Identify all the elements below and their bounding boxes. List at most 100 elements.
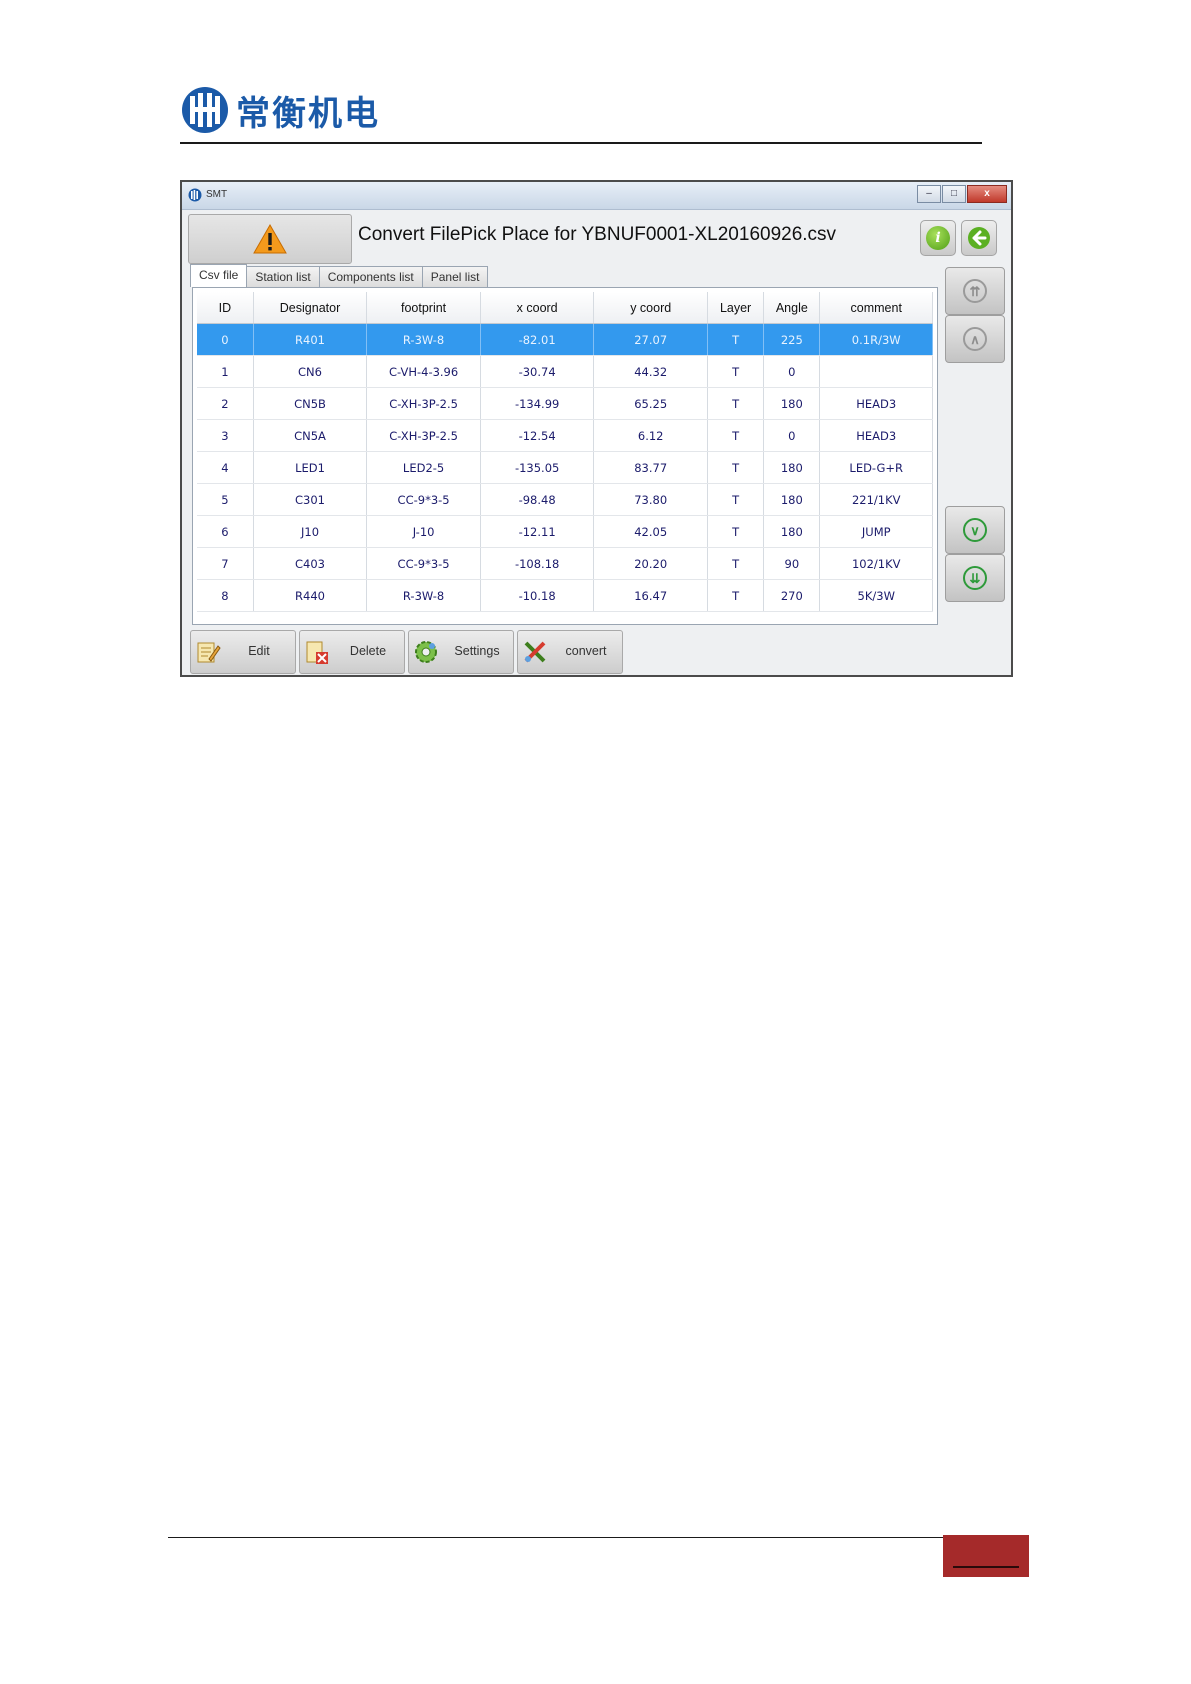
delete-button[interactable]: Delete	[299, 630, 405, 674]
cell-x-coord: -134.99	[480, 387, 595, 420]
info-icon: i	[926, 226, 950, 250]
convert-icon	[524, 641, 546, 663]
column-header-angle[interactable]: Angle	[763, 292, 821, 324]
edit-button[interactable]: Edit	[190, 630, 296, 674]
table-row[interactable]: 7 C403 CC-9*3-5 -108.18 20.20 T 90 102/1KV	[197, 547, 933, 580]
company-name: 常衡机电	[236, 93, 380, 134]
tab-csv-file[interactable]: Csv file	[190, 264, 248, 287]
cell-angle: 180	[763, 515, 821, 548]
cell-x-coord: -108.18	[480, 547, 595, 580]
cell-layer: T	[707, 451, 765, 484]
cell-layer: T	[707, 515, 765, 548]
cell-y-coord: 73.80	[593, 483, 708, 516]
cell-footprint: C-VH-4-3.96	[366, 355, 481, 388]
cell-angle: 180	[763, 387, 821, 420]
window-client-area: Convert FilePick Place for YBNUF0001-XL2…	[182, 210, 1011, 675]
cell-footprint: R-3W-8	[366, 323, 481, 356]
cell-x-coord: -135.05	[480, 451, 595, 484]
cell-footprint: R-3W-8	[366, 579, 481, 612]
cell-angle: 180	[763, 483, 821, 516]
table-row[interactable]: 3 CN5A C-XH-3P-2.5 -12.54 6.12 T 0 HEAD3	[197, 419, 933, 452]
info-button[interactable]: i	[920, 220, 956, 256]
cell-y-coord: 6.12	[593, 419, 708, 452]
cell-layer: T	[707, 579, 765, 612]
cell-comment: 5K/3W	[819, 579, 933, 612]
close-button[interactable]: x	[967, 185, 1007, 203]
cell-comment: JUMP	[819, 515, 933, 548]
table-row[interactable]: 6 J10 J-10 -12.11 42.05 T 180 JUMP	[197, 515, 933, 548]
column-header-y-coord[interactable]: y coord	[593, 292, 708, 324]
page-number-tab	[943, 1535, 1029, 1577]
warning-icon	[253, 224, 287, 254]
tab-panel-list[interactable]: Panel list	[421, 266, 489, 287]
table-header-row: ID Designator footprint x coord y coord …	[197, 292, 933, 324]
cell-footprint: C-XH-3P-2.5	[366, 387, 481, 420]
dialog-title: Convert FilePick Place for YBNUF0001-XL2…	[358, 224, 837, 245]
cell-footprint: J-10	[366, 515, 481, 548]
cell-designator: CN5B	[253, 387, 368, 420]
cell-y-coord: 83.77	[593, 451, 708, 484]
cell-angle: 270	[763, 579, 821, 612]
cell-id: 6	[197, 515, 254, 548]
cell-designator: R440	[253, 579, 368, 612]
page-down-button[interactable]: ⇊	[945, 554, 1005, 602]
convert-button[interactable]: convert	[517, 630, 623, 674]
smt-window: SMT – □ x Convert FilePick Place for YBN…	[180, 180, 1013, 677]
convert-button-label: convert	[565, 644, 607, 658]
back-button[interactable]	[961, 220, 997, 256]
window-title: SMT	[206, 189, 228, 200]
table-row[interactable]: 8 R440 R-3W-8 -10.18 16.47 T 270 5K/3W	[197, 579, 933, 612]
cell-layer: T	[707, 387, 765, 420]
column-header-designator[interactable]: Designator	[253, 292, 368, 324]
edit-button-label: Edit	[248, 644, 270, 658]
cell-footprint: CC-9*3-5	[366, 547, 481, 580]
cell-x-coord: -98.48	[480, 483, 595, 516]
cell-designator: J10	[253, 515, 368, 548]
table-body: 0 R401 R-3W-8 -82.01 27.07 T 225 0.1R/3W 1 CN6 C-V…	[197, 323, 933, 612]
cell-layer: T	[707, 323, 765, 356]
tab-components-list[interactable]: Components list	[318, 266, 423, 287]
table-row[interactable]: 4 LED1 LED2-5 -135.05 83.77 T 180 LED-G+R	[197, 451, 933, 484]
table-row[interactable]: 5 C301 CC-9*3-5 -98.48 73.80 T 180 221/1KV	[197, 483, 933, 516]
column-header-layer[interactable]: Layer	[707, 292, 765, 324]
column-header-comment[interactable]: comment	[819, 292, 933, 324]
table-row[interactable]: 2 CN5B C-XH-3P-2.5 -134.99 65.25 T 180 HEAD3	[197, 387, 933, 420]
page-down-icon: ⇊	[963, 566, 987, 590]
page-up-button[interactable]: ⇈	[945, 267, 1005, 315]
back-arrow-icon	[968, 227, 990, 249]
page-up-icon: ⇈	[963, 279, 987, 303]
settings-button[interactable]: Settings	[408, 630, 514, 674]
cell-angle: 90	[763, 547, 821, 580]
warning-panel	[188, 214, 352, 264]
column-header-x-coord[interactable]: x coord	[480, 292, 595, 324]
column-header-footprint[interactable]: footprint	[366, 292, 481, 324]
app-icon	[188, 188, 202, 202]
scroll-up-button[interactable]: ∧	[945, 315, 1005, 363]
delete-icon	[306, 641, 328, 664]
table-row[interactable]: 0 R401 R-3W-8 -82.01 27.07 T 225 0.1R/3W	[197, 323, 933, 356]
cell-id: 3	[197, 419, 254, 452]
tab-station-list[interactable]: Station list	[246, 266, 320, 287]
cell-x-coord: -10.18	[480, 579, 595, 612]
cell-angle: 225	[763, 323, 821, 356]
cell-id: 0	[197, 323, 254, 356]
scroll-down-button[interactable]: ∨	[945, 506, 1005, 554]
cell-y-coord: 27.07	[593, 323, 708, 356]
footer-divider	[168, 1537, 944, 1538]
settings-button-label: Settings	[454, 644, 500, 658]
placement-grid[interactable]: ID Designator footprint x coord y coord …	[192, 287, 938, 625]
cell-designator: CN6	[253, 355, 368, 388]
delete-button-label: Delete	[349, 644, 387, 658]
cell-x-coord: -12.11	[480, 515, 595, 548]
maximize-button[interactable]: □	[942, 185, 966, 203]
window-titlebar[interactable]: SMT – □ x	[182, 182, 1011, 210]
cell-layer: T	[707, 419, 765, 452]
cell-designator: C403	[253, 547, 368, 580]
minimize-button[interactable]: –	[917, 185, 941, 203]
cell-y-coord: 42.05	[593, 515, 708, 548]
column-header-id[interactable]: ID	[197, 292, 254, 324]
header-divider	[180, 142, 982, 144]
cell-designator: CN5A	[253, 419, 368, 452]
cell-x-coord: -82.01	[480, 323, 595, 356]
table-row[interactable]: 1 CN6 C-VH-4-3.96 -30.74 44.32 T 0	[197, 355, 933, 388]
